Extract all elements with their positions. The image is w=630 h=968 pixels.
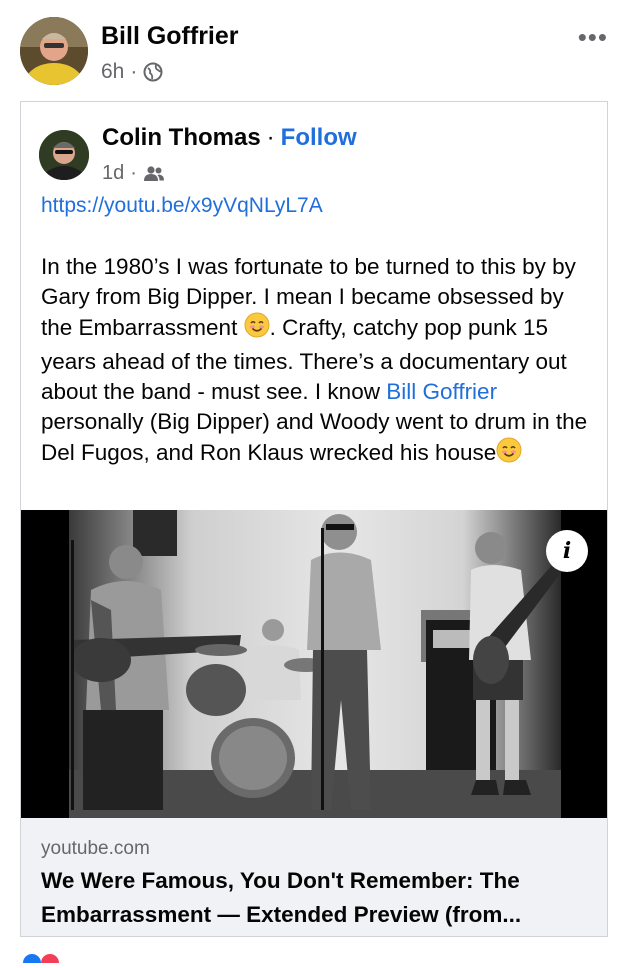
meta-separator: · — [130, 60, 138, 83]
shared-post-text: In the 1980’s I was fortunate to be turn… — [41, 252, 601, 471]
link-domain: youtube.com — [41, 838, 150, 859]
shared-post-meta: 1d · — [102, 162, 165, 185]
smiling-face-icon — [496, 437, 522, 471]
link-preview-image[interactable]: i — [21, 510, 607, 818]
info-icon: i — [562, 538, 572, 564]
shared-youtube-link[interactable]: https://youtu.be/x9yVqNLyL7A — [41, 194, 323, 218]
mention-link[interactable]: Bill Goffrier — [386, 379, 497, 404]
globe-icon — [143, 62, 163, 82]
band-photo — [21, 510, 607, 818]
shared-author-name[interactable]: Colin Thomas — [102, 124, 261, 152]
shared-author-line: Colin Thomas · Follow — [102, 124, 357, 152]
avatar[interactable] — [20, 17, 88, 85]
follow-button[interactable]: Follow — [281, 124, 357, 152]
link-title[interactable]: We Were Famous, You Don't Remember: The … — [41, 864, 591, 932]
post-author-name[interactable]: Bill Goffrier — [101, 22, 239, 51]
more-options-button[interactable]: ••• — [578, 22, 608, 53]
smiling-face-icon — [244, 312, 270, 346]
profile-photo — [20, 17, 88, 85]
friends-icon — [143, 165, 164, 181]
shared-post-time[interactable]: 1d — [102, 162, 124, 185]
post-header: Bill Goffrier 6h · ••• — [0, 0, 630, 100]
more-options-icon: ••• — [577, 22, 608, 52]
shared-author-avatar[interactable] — [39, 130, 89, 180]
link-preview-caption[interactable]: youtube.com We Were Famous, You Don't Re… — [21, 818, 607, 936]
post-time[interactable]: 6h — [101, 60, 124, 84]
profile-photo — [39, 130, 89, 180]
meta-separator: · — [130, 162, 137, 184]
post-meta: 6h · — [101, 60, 163, 84]
reaction-icons — [23, 954, 59, 968]
info-button[interactable]: i — [546, 530, 588, 572]
name-separator: · — [266, 124, 275, 151]
shared-post-card[interactable]: Colin Thomas · Follow 1d · https://youtu… — [20, 101, 608, 937]
reactions-peek — [22, 950, 82, 968]
